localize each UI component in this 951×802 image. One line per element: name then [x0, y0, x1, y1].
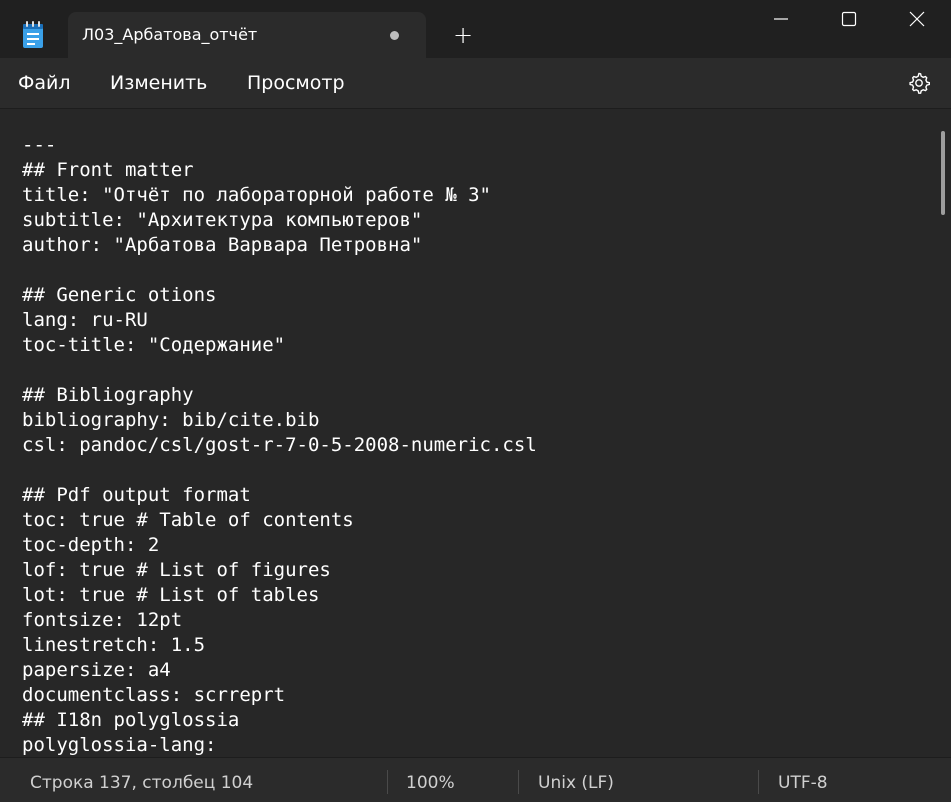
close-icon: [909, 11, 925, 27]
text-editor[interactable]: --- ## Front matter title: "Отчёт по лабор…: [0, 109, 951, 757]
close-button[interactable]: [882, 0, 950, 38]
minimize-icon: [774, 18, 788, 20]
maximize-icon: [841, 11, 857, 27]
maximize-button[interactable]: [814, 0, 882, 38]
status-divider: [518, 770, 519, 794]
tab-document[interactable]: Л03_Арбатова_отчёт: [68, 12, 426, 58]
editor-line: polyglossia-lang:: [22, 734, 217, 756]
vertical-scrollbar[interactable]: [941, 131, 945, 215]
editor-line: linestretch: 1.5: [22, 634, 206, 656]
editor-line: [22, 358, 537, 383]
editor-line: lang: ru-RU: [22, 309, 148, 331]
unsaved-dot-icon[interactable]: [390, 31, 399, 40]
editor-line: toc: true # Table of contents: [22, 509, 354, 531]
editor-lines: --- ## Front matter title: "Отчёт по лабор…: [22, 133, 537, 757]
editor-line: fontsize: 12pt: [22, 609, 183, 631]
editor-line: title: "Отчёт по лабораторной работе № 3…: [22, 184, 491, 206]
tab-title: Л03_Арбатова_отчёт: [82, 25, 258, 44]
editor-line: ## Bibliography: [22, 384, 194, 406]
editor-line: bibliography: bib/cite.bib: [22, 409, 320, 431]
editor-line: lot: true # List of tables: [22, 584, 320, 606]
gear-icon[interactable]: [907, 71, 931, 95]
editor-line: toc-depth: 2: [22, 534, 160, 556]
status-divider: [387, 770, 388, 794]
menu-file[interactable]: Файл: [18, 72, 71, 94]
title-bar: Л03_Арбатова_отчёт +: [0, 0, 951, 58]
editor-line: papersize: a4: [22, 659, 171, 681]
editor-line: toc-title: "Содержание": [22, 334, 286, 356]
cursor-position: Строка 137, столбец 104: [30, 773, 254, 793]
editor-line: [22, 258, 537, 283]
status-bar: Строка 137, столбец 104 100% Unix (LF) U…: [0, 757, 951, 802]
editor-line: author: "Арбатова Варвара Петровна": [22, 234, 423, 256]
zoom-level[interactable]: 100%: [406, 773, 455, 793]
editor-line: ## Front matter: [22, 159, 194, 181]
minimize-button[interactable]: [746, 0, 814, 38]
new-tab-button[interactable]: +: [450, 20, 476, 50]
editor-line: [22, 458, 537, 483]
notepad-icon: [23, 21, 43, 48]
encoding[interactable]: UTF-8: [778, 773, 828, 793]
line-endings[interactable]: Unix (LF): [538, 773, 614, 793]
editor-line: lof: true # List of figures: [22, 559, 331, 581]
menu-edit[interactable]: Изменить: [110, 72, 207, 94]
editor-line: ## Generic otions: [22, 284, 217, 306]
menu-view[interactable]: Просмотр: [247, 72, 345, 94]
status-divider: [758, 770, 759, 794]
editor-line: ---: [22, 134, 57, 156]
editor-line: ## I18n polyglossia: [22, 709, 240, 731]
editor-line: ## Pdf output format: [22, 484, 251, 506]
editor-line: subtitle: "Архитектура компьютеров": [22, 209, 423, 231]
editor-line: documentclass: scrreprt: [22, 684, 286, 706]
editor-line: csl: pandoc/csl/gost-r-7-0-5-2008-numeri…: [22, 434, 537, 456]
menu-bar: Файл Изменить Просмотр: [0, 58, 951, 109]
